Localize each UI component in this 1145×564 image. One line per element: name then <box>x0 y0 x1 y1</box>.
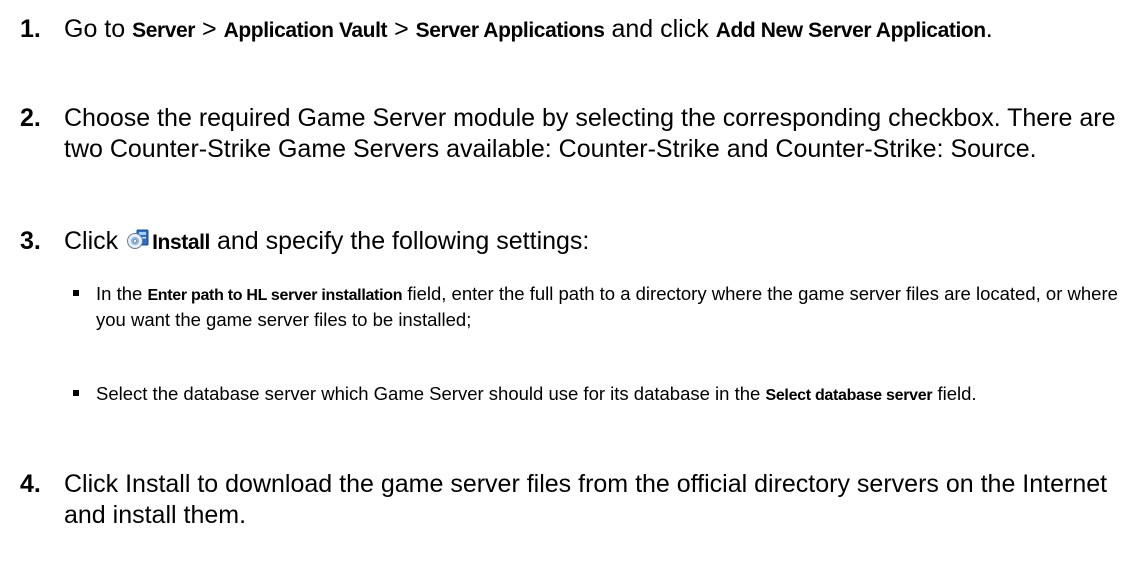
step-number: 3. <box>20 227 41 255</box>
step-text: Click Install and specify the following … <box>64 226 1130 259</box>
field-name-database-server: Select database server <box>765 387 933 404</box>
bullet-marker <box>73 290 79 296</box>
step-text: Click Install to download the game serve… <box>64 470 1108 529</box>
menu-path-server-applications: Server Applications <box>415 19 605 42</box>
step-3: 3. Click Install and specify the followi… <box>20 226 1130 259</box>
bullet-item-database-server: Select the database server which Game Se… <box>73 382 1126 408</box>
field-name-hl-path: Enter path to HL server installation <box>147 287 403 304</box>
add-new-server-application-label: Add New Server Application <box>715 19 986 42</box>
step-number: 1. <box>20 15 41 43</box>
step-text: Choose the required Game Server module b… <box>64 104 1116 163</box>
bullet-marker <box>73 390 79 396</box>
install-label: Install <box>152 231 210 254</box>
step-4: 4. Click Install to download the game se… <box>20 469 1130 531</box>
document-page: 1. Go to Server > Application Vault > Se… <box>0 0 1145 564</box>
step-2: 2. Choose the required Game Server modul… <box>20 103 1130 165</box>
step-text: Go to Server > Application Vault > Serve… <box>64 15 993 43</box>
step-1: 1. Go to Server > Application Vault > Se… <box>20 14 1130 46</box>
install-icon <box>126 227 150 259</box>
bullet-item-hl-path: In the Enter path to HL server installat… <box>73 282 1126 332</box>
menu-path-application-vault: Application Vault <box>223 19 388 42</box>
step-number: 4. <box>20 470 41 498</box>
menu-path-server: Server <box>132 19 196 42</box>
step-number: 2. <box>20 104 41 132</box>
